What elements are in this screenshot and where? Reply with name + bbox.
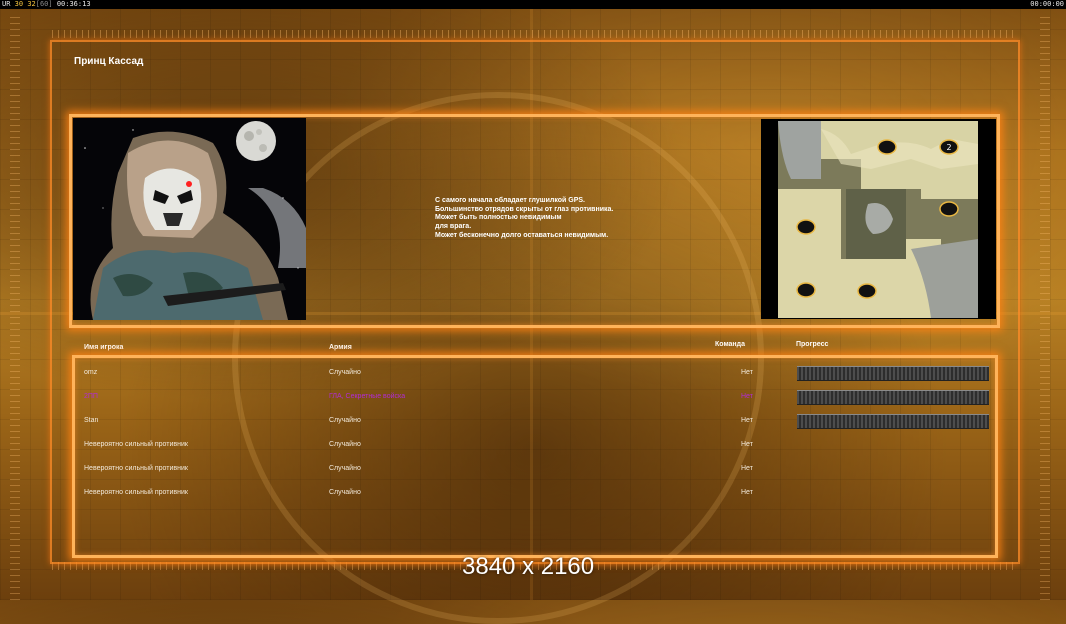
description-line-2: Большинство отрядов скрыты от глаз проти… <box>435 205 614 213</box>
player-army-select[interactable]: Случайно <box>329 441 361 448</box>
status-bar-left: UR 30 32[60] 00:36:13 <box>2 0 91 9</box>
header-player-name: Имя игрока <box>84 344 124 351</box>
player-army-select[interactable]: Случайно <box>329 369 361 376</box>
player-row[interactable]: Невероятно сильный противник Случайно Нет <box>84 486 989 500</box>
player-team-select[interactable]: Нет <box>741 489 753 496</box>
player-row[interactable]: Невероятно сильный противник Случайно Нет <box>84 462 989 476</box>
general-name-title: Принц Кассад <box>74 56 144 67</box>
player-team-select[interactable]: Нет <box>741 417 753 424</box>
player-army-select[interactable]: ГЛА, Секретные войска <box>329 393 405 400</box>
player-name: Невероятно сильный противник <box>84 465 188 472</box>
ruler-top-decoration <box>52 30 1014 38</box>
ruler-right-decoration <box>1040 12 1050 600</box>
map-preview: 2 <box>761 119 996 319</box>
player-row[interactable]: Stan Случайно Нет <box>84 414 989 429</box>
player-row[interactable]: 2ПП ГЛА, Секретные войска Нет <box>84 390 989 405</box>
player-name: 2ПП <box>84 393 98 400</box>
status-fps-b: 32 <box>27 0 36 8</box>
player-army-select[interactable]: Случайно <box>329 417 361 424</box>
player-name: Невероятно сильный противник <box>84 489 188 496</box>
player-name: Невероятно сильный противник <box>84 441 188 448</box>
map-preview-image: 2 <box>761 119 996 319</box>
general-description: С самого начала обладает глушилкой GPS. … <box>435 197 613 241</box>
general-portrait-image <box>73 118 306 320</box>
start-position-label: 2 <box>946 143 951 152</box>
status-fps-max: [60] <box>35 0 53 8</box>
header-progress: Прогресс <box>796 341 829 348</box>
player-army-select[interactable]: Случайно <box>329 489 361 496</box>
description-line-4: для врага. <box>435 223 472 231</box>
description-line-3: Может быть полностью невидимым <box>435 214 562 222</box>
player-name: omz <box>84 369 98 376</box>
player-row[interactable]: omz Случайно Нет <box>84 366 989 381</box>
player-team-select[interactable]: Нет <box>741 393 753 400</box>
status-elapsed-time: 00:36:13 <box>56 0 91 8</box>
player-team-select[interactable]: Нет <box>741 465 753 472</box>
description-line-1: С самого начала обладает глушилкой GPS. <box>435 197 585 204</box>
ruler-left-decoration <box>10 12 20 600</box>
status-clock: 00:00:00 <box>1030 0 1064 8</box>
status-fps-a: 30 <box>14 0 24 8</box>
players-panel <box>72 355 998 558</box>
player-team-select[interactable]: Нет <box>741 441 753 448</box>
header-army: Армия <box>329 344 352 351</box>
player-name: Stan <box>84 417 99 424</box>
general-portrait <box>73 118 306 320</box>
status-prefix: UR <box>2 0 11 8</box>
header-team: Команда <box>715 341 745 348</box>
player-team-select[interactable]: Нет <box>741 369 753 376</box>
resolution-watermark: 3840 x 2160 <box>462 553 595 580</box>
player-army-select[interactable]: Случайно <box>329 465 361 472</box>
player-progress-bar <box>797 414 989 429</box>
description-line-5: Может бесконечно долго оставаться невиди… <box>435 231 609 239</box>
player-progress-bar <box>797 390 989 405</box>
player-progress-bar <box>797 366 989 381</box>
status-bar: UR 30 32[60] 00:36:13 00:00:00 <box>0 0 1066 9</box>
player-row[interactable]: Невероятно сильный противник Случайно Нет <box>84 438 989 452</box>
